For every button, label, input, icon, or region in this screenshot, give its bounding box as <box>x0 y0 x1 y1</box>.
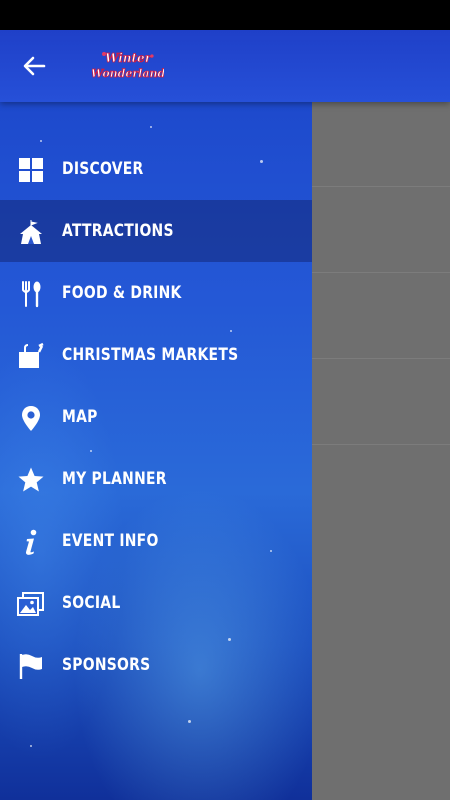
menu-item-attractions[interactable]: ATTRACTIONS <box>0 200 312 262</box>
snow-sparkle <box>150 126 152 128</box>
menu-item-food-drink[interactable]: FOOD & DRINK <box>0 262 312 324</box>
navigation-drawer: DISCOVER ATTRACTIONS FOOD & DRINK CHRISTMAS… <box>0 30 312 800</box>
snow-sparkle <box>188 720 191 723</box>
circus-tent-icon <box>17 218 45 246</box>
menu-item-sponsors[interactable]: SPONSORS <box>0 634 312 696</box>
snow-sparkle <box>30 745 32 747</box>
info-icon <box>17 528 45 556</box>
photos-icon <box>17 590 45 618</box>
menu-item-label: CHRISTMAS MARKETS <box>62 345 239 365</box>
divider <box>312 358 450 359</box>
app-logo: Winter Wonderland <box>90 46 165 86</box>
logo-line2: Wonderland <box>92 67 164 80</box>
menu-item-label: FOOD & DRINK <box>62 283 182 303</box>
menu-item-label: SOCIAL <box>62 593 121 613</box>
menu-item-label: DISCOVER <box>62 159 144 179</box>
menu-item-event-info[interactable]: EVENT INFO <box>0 510 312 572</box>
logo-line1: Winter <box>105 51 153 65</box>
drawer-menu: DISCOVER ATTRACTIONS FOOD & DRINK CHRISTMAS… <box>0 138 312 696</box>
divider <box>312 186 450 187</box>
grid-icon <box>17 156 45 184</box>
arrow-left-icon <box>23 56 46 76</box>
flag-icon <box>17 652 45 680</box>
menu-item-label: SPONSORS <box>62 655 151 675</box>
dimmed-content-scrim[interactable] <box>312 30 450 800</box>
menu-item-label: ATTRACTIONS <box>62 221 174 241</box>
back-button[interactable] <box>18 50 50 82</box>
status-bar <box>0 0 450 30</box>
star-icon <box>17 466 45 494</box>
drawer-header: Winter Wonderland <box>0 30 450 102</box>
menu-item-my-planner[interactable]: MY PLANNER <box>0 448 312 510</box>
shopping-bag-icon <box>17 342 45 370</box>
fork-spoon-icon <box>17 280 45 308</box>
menu-item-map[interactable]: MAP <box>0 386 312 448</box>
menu-item-discover[interactable]: DISCOVER <box>0 138 312 200</box>
map-pin-icon <box>17 404 45 432</box>
menu-item-label: EVENT INFO <box>62 531 159 551</box>
menu-item-christmas-markets[interactable]: CHRISTMAS MARKETS <box>0 324 312 386</box>
menu-item-label: MY PLANNER <box>62 469 167 489</box>
menu-item-social[interactable]: SOCIAL <box>0 572 312 634</box>
menu-item-label: MAP <box>62 407 98 427</box>
divider <box>312 272 450 273</box>
divider <box>312 444 450 445</box>
